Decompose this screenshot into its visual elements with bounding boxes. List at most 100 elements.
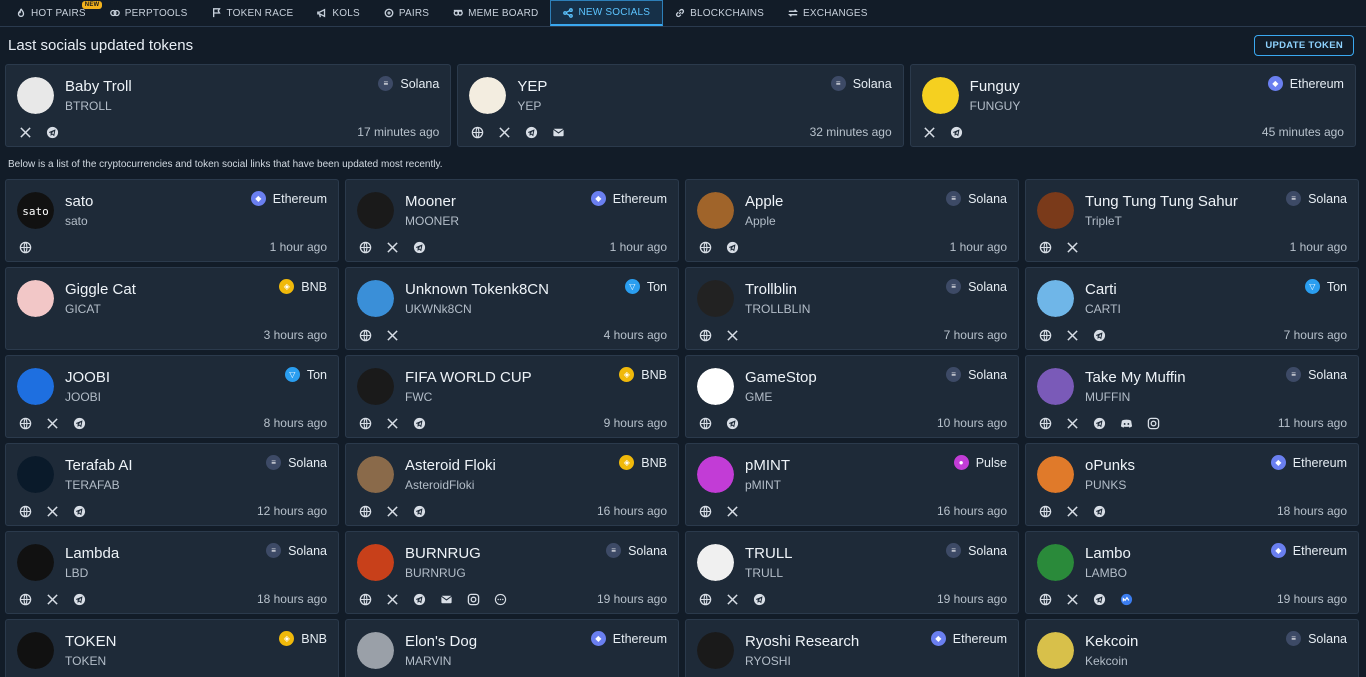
globe-icon[interactable]	[358, 592, 372, 606]
globe-icon[interactable]	[358, 328, 372, 342]
telegram-icon[interactable]	[72, 504, 86, 518]
nav-item-blockchains[interactable]: BLOCKCHAINS	[663, 0, 776, 26]
globe-icon[interactable]	[1038, 504, 1052, 518]
globe-icon[interactable]	[18, 416, 32, 430]
x-icon[interactable]	[18, 125, 32, 139]
telegram-icon[interactable]	[412, 504, 426, 518]
globe-icon[interactable]	[18, 240, 32, 254]
globe-icon[interactable]	[1038, 592, 1052, 606]
nav-label: TOKEN RACE	[226, 7, 294, 19]
globe-icon[interactable]	[698, 328, 712, 342]
token-card[interactable]: Giggle Cat GICAT ◈ BNB 3 hours ago	[5, 267, 339, 350]
token-card[interactable]: Tung Tung Tung Sahur TripleT ≡ Solana 1 …	[1025, 179, 1359, 262]
telegram-icon[interactable]	[412, 592, 426, 606]
globe-icon[interactable]	[470, 125, 484, 139]
token-card[interactable]: Terafab AI TERAFAB ≡ Solana 12 hours ago	[5, 443, 339, 526]
x-icon[interactable]	[45, 592, 59, 606]
token-card[interactable]: TOKEN TOKEN ◈ BNB	[5, 619, 339, 677]
globe-icon[interactable]	[18, 504, 32, 518]
telegram-icon[interactable]	[725, 416, 739, 430]
token-card[interactable]: Take My Muffin MUFFIN ≡ Solana 11 hours …	[1025, 355, 1359, 438]
x-icon[interactable]	[1065, 328, 1079, 342]
telegram-icon[interactable]	[725, 240, 739, 254]
telegram-icon[interactable]	[1092, 328, 1106, 342]
x-icon[interactable]	[45, 504, 59, 518]
globe-icon[interactable]	[698, 592, 712, 606]
token-card[interactable]: YEP YEP ≡ Solana 32 minutes ago	[457, 64, 904, 147]
x-icon[interactable]	[1065, 504, 1079, 518]
telegram-icon[interactable]	[1092, 504, 1106, 518]
x-icon[interactable]	[385, 328, 399, 342]
telegram-icon[interactable]	[45, 125, 59, 139]
token-card[interactable]: Lambda LBD ≡ Solana 18 hours ago	[5, 531, 339, 614]
discord-icon[interactable]	[1119, 416, 1133, 430]
nav-item-new-socials[interactable]: NEW SOCIALS	[550, 0, 664, 26]
telegram-icon[interactable]	[72, 416, 86, 430]
x-icon[interactable]	[385, 416, 399, 430]
globe-icon[interactable]	[358, 240, 372, 254]
nav-item-meme-board[interactable]: MEME BOARD	[441, 0, 550, 26]
x-icon[interactable]	[385, 592, 399, 606]
globe-icon[interactable]	[18, 592, 32, 606]
globe-icon[interactable]	[698, 504, 712, 518]
token-card[interactable]: Ryoshi Research RYOSHI ◆ Ethereum	[685, 619, 1019, 677]
coinmarketcap-icon[interactable]	[1119, 592, 1133, 606]
token-card[interactable]: JOOBI JOOBI ▽ Ton 8 hours ago	[5, 355, 339, 438]
email-icon[interactable]	[551, 125, 565, 139]
token-card[interactable]: Funguy FUNGUY ◆ Ethereum 45 minutes ago	[909, 64, 1356, 147]
globe-icon[interactable]	[1038, 416, 1052, 430]
globe-icon[interactable]	[698, 240, 712, 254]
token-card[interactable]: Unknown Tokenk8CN UKWNk8CN ▽ Ton 4 hours…	[345, 267, 679, 350]
token-card[interactable]: FIFA WORLD CUP FWC ◈ BNB 9 hours ago	[345, 355, 679, 438]
telegram-icon[interactable]	[72, 592, 86, 606]
token-card[interactable]: sato sato sato ◆ Ethereum 1 hour ago	[5, 179, 339, 262]
token-card[interactable]: Elon's Dog MARVIN ◆ Ethereum	[345, 619, 679, 677]
x-icon[interactable]	[725, 504, 739, 518]
x-icon[interactable]	[725, 592, 739, 606]
x-icon[interactable]	[1065, 240, 1079, 254]
telegram-icon[interactable]	[1092, 416, 1106, 430]
token-card[interactable]: Trollblin TROLLBLIN ≡ Solana 7 hours ago	[685, 267, 1019, 350]
x-icon[interactable]	[725, 328, 739, 342]
token-card[interactable]: Carti CARTI ▽ Ton 7 hours ago	[1025, 267, 1359, 350]
globe-icon[interactable]	[698, 416, 712, 430]
globe-icon[interactable]	[358, 416, 372, 430]
globe-icon[interactable]	[1038, 328, 1052, 342]
token-card[interactable]: Asteroid Floki AsteroidFloki ◈ BNB 16 ho…	[345, 443, 679, 526]
token-card[interactable]: Lambo LAMBO ◆ Ethereum 19 hours ago	[1025, 531, 1359, 614]
more-icon[interactable]	[493, 592, 507, 606]
token-card[interactable]: BURNRUG BURNRUG ≡ Solana 19 hours ago	[345, 531, 679, 614]
x-icon[interactable]	[497, 125, 511, 139]
token-card[interactable]: GameStop GME ≡ Solana 10 hours ago	[685, 355, 1019, 438]
update-token-button[interactable]: UPDATE TOKEN	[1254, 35, 1354, 56]
x-icon[interactable]	[385, 504, 399, 518]
telegram-icon[interactable]	[950, 125, 964, 139]
globe-icon[interactable]	[358, 504, 372, 518]
token-card[interactable]: Baby Troll BTROLL ≡ Solana 17 minutes ag…	[5, 64, 452, 147]
telegram-icon[interactable]	[412, 240, 426, 254]
nav-item-kols[interactable]: KOLS	[305, 0, 371, 26]
telegram-icon[interactable]	[1092, 592, 1106, 606]
token-card[interactable]: TRULL TRULL ≡ Solana 19 hours ago	[685, 531, 1019, 614]
globe-icon[interactable]	[1038, 240, 1052, 254]
instagram-icon[interactable]	[1146, 416, 1160, 430]
token-card[interactable]: oPunks PUNKS ◆ Ethereum 18 hours ago	[1025, 443, 1359, 526]
email-icon[interactable]	[439, 592, 453, 606]
x-icon[interactable]	[923, 125, 937, 139]
nav-item-token-race[interactable]: TOKEN RACE	[200, 0, 306, 26]
token-card[interactable]: Apple Apple ≡ Solana 1 hour ago	[685, 179, 1019, 262]
token-card[interactable]: Kekcoin Kekcoin ≡ Solana	[1025, 619, 1359, 677]
x-icon[interactable]	[385, 240, 399, 254]
x-icon[interactable]	[1065, 592, 1079, 606]
token-card[interactable]: Mooner MOONER ◆ Ethereum 1 hour ago	[345, 179, 679, 262]
nav-item-pairs[interactable]: PAIRS	[372, 0, 441, 26]
x-icon[interactable]	[45, 416, 59, 430]
nav-item-exchanges[interactable]: EXCHANGES	[776, 0, 880, 26]
nav-item-perptools[interactable]: PERPTOOLS NEW	[81, 0, 200, 26]
x-icon[interactable]	[1065, 416, 1079, 430]
telegram-icon[interactable]	[524, 125, 538, 139]
telegram-icon[interactable]	[752, 592, 766, 606]
token-card[interactable]: pMINT pMINT ● Pulse 16 hours ago	[685, 443, 1019, 526]
instagram-icon[interactable]	[466, 592, 480, 606]
telegram-icon[interactable]	[412, 416, 426, 430]
